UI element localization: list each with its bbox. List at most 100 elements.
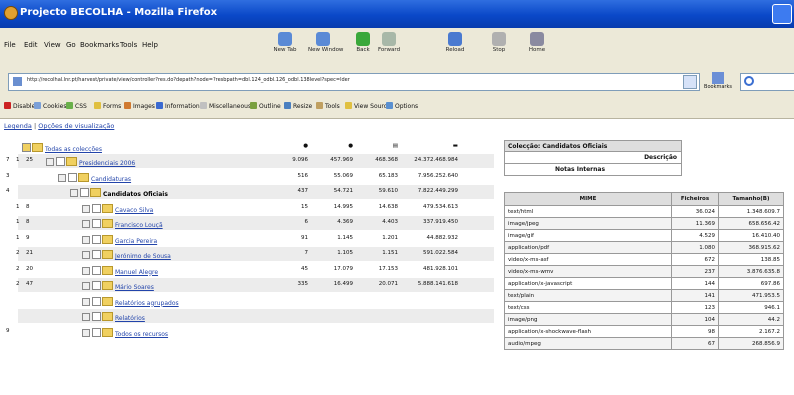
bookmarks-button[interactable]: Bookmarks <box>704 72 732 94</box>
mime-cell: 16.410.40 <box>718 229 784 242</box>
mime-cell: 672 <box>671 253 719 266</box>
checkbox[interactable] <box>92 296 101 306</box>
mime-row: text/css 123 946.1 <box>504 301 784 314</box>
tree-root[interactable]: Todas as colecções <box>32 143 102 153</box>
mime-cell: 697.86 <box>718 277 784 290</box>
tree-node[interactable]: Todos os recursos <box>82 327 168 338</box>
expand-toggle-icon[interactable] <box>82 235 90 244</box>
menu-go[interactable]: Go <box>66 41 76 49</box>
checkbox[interactable] <box>68 172 77 182</box>
expand-toggle-icon[interactable] <box>46 158 54 166</box>
tree-node[interactable]: Garcia Pereira <box>82 234 157 245</box>
new-window-button[interactable]: New Window <box>308 30 343 66</box>
devbar-forms[interactable]: Forms <box>94 102 121 110</box>
tree-row-value: 17.153 <box>378 265 398 272</box>
devbar-label: Options <box>395 103 419 110</box>
expand-toggle-icon[interactable] <box>82 328 90 337</box>
checkbox[interactable] <box>92 250 101 259</box>
checkbox[interactable] <box>92 312 101 321</box>
tree-node-label: Presidenciais 2006 <box>79 160 136 167</box>
menu-tools[interactable]: Tools <box>120 41 137 49</box>
tree-node[interactable]: Relatórios agrupados <box>82 296 179 307</box>
tree-node[interactable]: Presidenciais 2006 <box>46 157 135 167</box>
tree-node[interactable]: Candidaturas <box>58 172 131 183</box>
url-field[interactable]: http://recolhal.lnr.pt/harvest/private/v… <box>8 73 700 91</box>
tree-node[interactable]: Francisco Louçã <box>82 219 163 229</box>
reload-button[interactable]: Reload <box>440 30 470 66</box>
devbar-tools[interactable]: Tools <box>316 102 340 110</box>
devbar-resize[interactable]: Resize <box>284 102 312 110</box>
header-files-icon: ● <box>303 143 308 149</box>
url-dropdown-button[interactable] <box>683 75 697 89</box>
tree-row-count: 7 <box>6 157 10 163</box>
tree-row-value: 479.534.613 <box>423 203 458 210</box>
forward-button[interactable]: Forward <box>374 30 404 66</box>
checkbox[interactable] <box>92 281 101 290</box>
folder-icon <box>102 265 113 275</box>
stop-button[interactable]: Stop <box>484 30 514 66</box>
mime-header-0[interactable]: MIME <box>504 192 672 206</box>
expand-toggle-icon[interactable] <box>82 297 90 306</box>
checkbox[interactable] <box>92 219 101 228</box>
tree-row-value: 516 <box>297 172 309 179</box>
tree-row-count: 4 <box>6 188 10 194</box>
expand-toggle-icon[interactable] <box>82 282 90 290</box>
tree-node-label: Jerónimo de Sousa <box>115 253 171 260</box>
devbar-miscellaneous[interactable]: Miscellaneous <box>200 102 251 110</box>
tree-root-row: Todas as colecções ● ● ▤ ▬ <box>18 140 494 154</box>
checkbox[interactable] <box>92 265 101 275</box>
expand-toggle-icon[interactable] <box>82 266 90 275</box>
checkbox[interactable] <box>80 188 89 197</box>
devbar-css[interactable]: CSS <box>66 102 87 110</box>
expand-toggle-icon[interactable] <box>82 220 90 228</box>
devbar-cookies[interactable]: Cookies <box>34 102 67 110</box>
tree-node[interactable]: Candidatos Oficiais <box>70 188 168 198</box>
mime-header-2[interactable]: Tamanho(B) <box>718 192 784 206</box>
home-button[interactable]: Home <box>522 30 552 66</box>
toolbar-label: Stop <box>492 47 506 53</box>
checkbox[interactable] <box>92 234 101 244</box>
header-pages-icon: ● <box>348 143 353 149</box>
tree-node[interactable]: Jerónimo de Sousa <box>82 250 171 260</box>
tree-node-label: Manuel Alegre <box>115 268 159 276</box>
tree-row-count: 8 <box>26 203 30 210</box>
devbar-options[interactable]: Options <box>386 102 418 110</box>
window-title: Projecto BECOLHA - Mozilla Firefox <box>20 7 218 18</box>
expand-toggle-icon[interactable] <box>82 313 90 321</box>
window-button[interactable] <box>772 4 792 24</box>
devbar-view-source[interactable]: View Source <box>345 102 391 110</box>
expand-toggle-icon[interactable] <box>70 189 78 197</box>
toolbar-label: New Tab <box>273 47 297 53</box>
expand-toggle-icon[interactable] <box>82 251 90 259</box>
tree-node[interactable]: Mário Soares <box>82 281 154 291</box>
mime-cell: 141 <box>671 289 719 302</box>
search-icon <box>744 76 754 86</box>
folder-icon <box>102 296 113 306</box>
legend-link[interactable]: Legenda <box>4 122 32 130</box>
folder-icon <box>32 143 43 152</box>
search-box[interactable] <box>740 73 794 91</box>
expand-toggle-icon[interactable] <box>58 173 66 182</box>
checkbox[interactable] <box>56 157 65 166</box>
menu-bookmarks[interactable]: Bookmarks <box>80 41 119 49</box>
new-tab-button[interactable]: New Tab <box>270 30 300 66</box>
checkbox[interactable] <box>92 203 101 213</box>
devbar-information[interactable]: Information <box>156 102 200 110</box>
view-options-link[interactable]: Opções de visualização <box>38 122 114 130</box>
menu-edit[interactable]: Edit <box>24 41 38 49</box>
menu-file[interactable]: File <box>4 41 16 49</box>
checkbox[interactable] <box>92 327 101 337</box>
devbar-outline[interactable]: Outline <box>250 102 281 110</box>
expand-toggle-icon[interactable] <box>82 204 90 213</box>
tree-node[interactable]: Cavaco Silva <box>82 203 153 214</box>
devbar-images[interactable]: Images <box>124 102 155 110</box>
tree-node[interactable]: Manuel Alegre <box>82 265 159 276</box>
tree-row-count: 21 <box>26 250 33 256</box>
tree-row-count: 3 <box>6 172 10 179</box>
tree-row-value: 337.919.450 <box>423 219 458 225</box>
menu-help[interactable]: Help <box>142 41 158 49</box>
devbar-disable[interactable]: Disable <box>4 102 35 110</box>
mime-header-1[interactable]: Ficheiros <box>671 192 719 206</box>
menu-view[interactable]: View <box>44 41 61 49</box>
tree-node[interactable]: Relatórios <box>82 312 145 322</box>
